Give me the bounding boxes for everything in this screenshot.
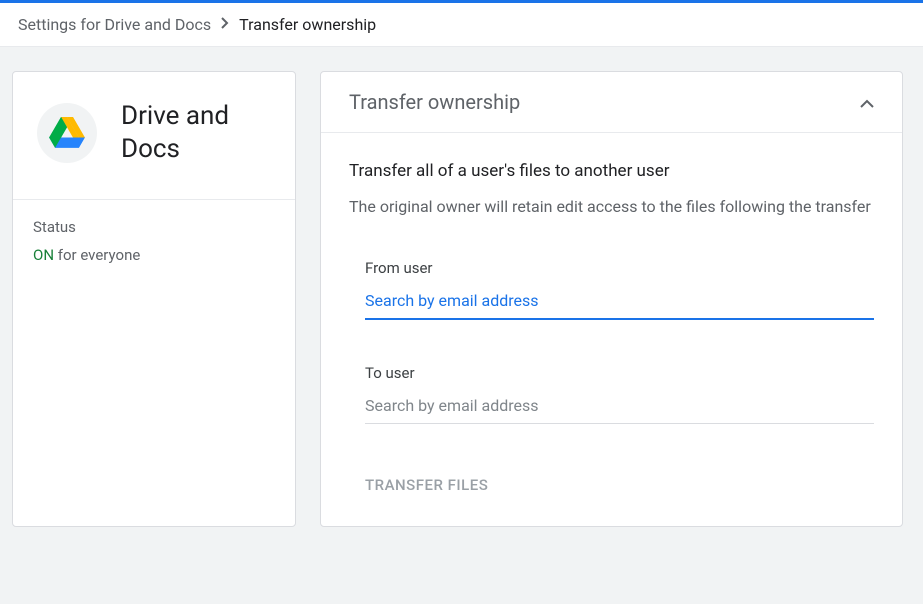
status-scope-text: for everyone (54, 246, 140, 264)
app-title: Drive and Docs (121, 100, 275, 165)
breadcrumb: Settings for Drive and Docs Transfer own… (0, 3, 923, 47)
chevron-up-icon (860, 93, 874, 112)
status-on-text: ON (33, 246, 54, 264)
section-body: Transfer all of a user's files to anothe… (321, 133, 902, 526)
section-header[interactable]: Transfer ownership (321, 72, 902, 133)
transfer-files-button[interactable]: TRANSFER FILES (365, 468, 488, 502)
to-user-input[interactable] (365, 390, 874, 424)
status-value: ON for everyone (33, 246, 275, 264)
breadcrumb-parent[interactable]: Settings for Drive and Docs (18, 15, 211, 34)
to-user-field: To user (365, 364, 874, 424)
section-title: Transfer ownership (349, 90, 520, 114)
app-info-card: Drive and Docs Status ON for everyone (12, 71, 296, 527)
breadcrumb-current: Transfer ownership (239, 15, 376, 34)
to-user-label: To user (365, 364, 874, 382)
status-section: Status ON for everyone (13, 199, 295, 288)
app-header: Drive and Docs (13, 72, 295, 199)
from-user-label: From user (365, 259, 874, 277)
chevron-right-icon (221, 17, 229, 33)
description-subtitle: The original owner will retain edit acce… (349, 195, 874, 219)
drive-icon (37, 103, 97, 163)
status-label: Status (33, 218, 275, 236)
transfer-ownership-card: Transfer ownership Transfer all of a use… (320, 71, 903, 527)
from-user-field: From user (365, 259, 874, 320)
description-title: Transfer all of a user's files to anothe… (349, 161, 874, 181)
from-user-input[interactable] (365, 285, 874, 320)
